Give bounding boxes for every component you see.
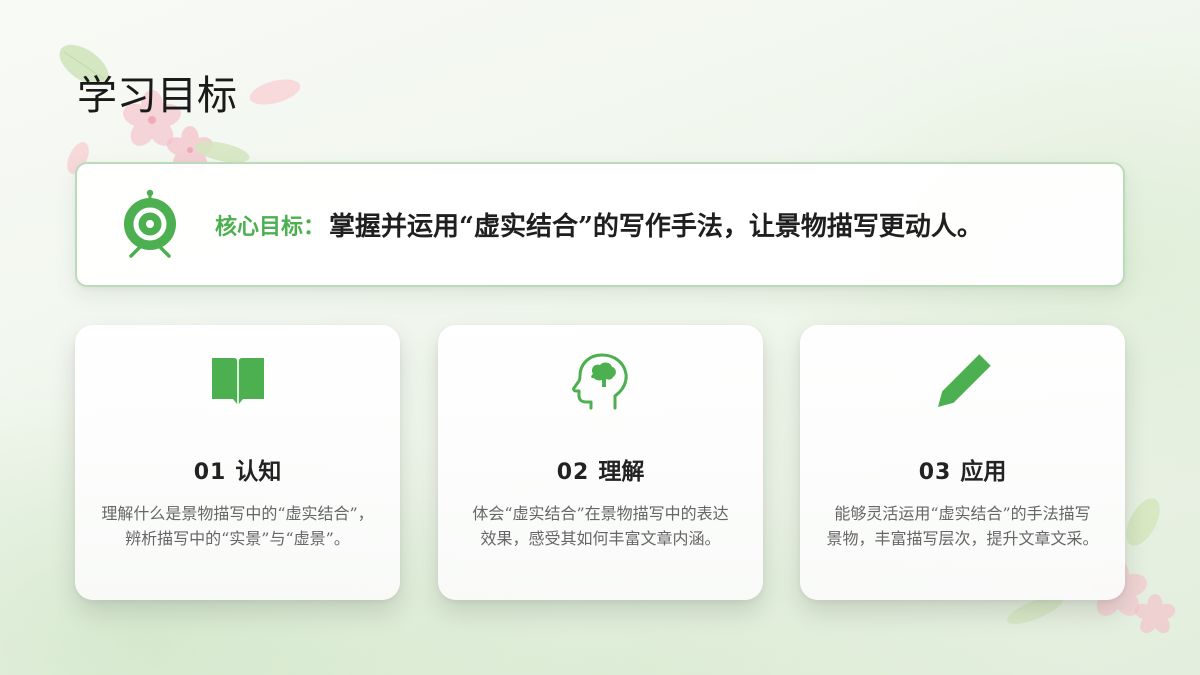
description-line: 辨析描写中的“实景”与“虚景”。 (125, 529, 350, 548)
goal-card-cognition: 01 认知 理解什么是景物描写中的“虚实结合”， 辨析描写中的“实景”与“虚景”。 (75, 325, 400, 600)
description-line: 体会“虚实结合”在景物描写中的表达 (472, 504, 729, 523)
core-goal-text: 掌握并运用“虚实结合”的写作手法，让景物描写更动人。 (329, 212, 983, 242)
card-description: 体会“虚实结合”在景物描写中的表达 效果，感受其如何丰富文章内涵。 (446, 501, 755, 551)
book-icon (211, 358, 264, 404)
card-title: 理解 (598, 458, 645, 485)
core-goal-box: 核心目标： 掌握并运用“虚实结合”的写作手法，让景物描写更动人。 (75, 162, 1125, 287)
card-heading: 03 应用 (800, 457, 1125, 489)
pencil-icon (937, 354, 991, 407)
card-number: 03 (918, 460, 952, 485)
goal-card-understanding: 02 理解 体会“虚实结合”在景物描写中的表达 效果，感受其如何丰富文章内涵。 (438, 325, 763, 600)
head-brain-icon (571, 353, 628, 410)
card-number: 02 (556, 460, 590, 485)
core-goal-label: 核心目标： (215, 213, 326, 240)
card-description: 能够灵活运用“虚实结合”的手法描写 景物，丰富描写层次，提升文章文采。 (808, 501, 1117, 551)
description-line: 景物，丰富描写层次，提升文章文采。 (826, 529, 1099, 548)
card-heading: 01 认知 (75, 457, 400, 489)
card-description: 理解什么是景物描写中的“虚实结合”， 辨析描写中的“实景”与“虚景”。 (83, 501, 392, 551)
card-number: 01 (193, 460, 227, 485)
description-line: 理解什么是景物描写中的“虚实结合”， (101, 504, 374, 523)
goal-card-application: 03 应用 能够灵活运用“虚实结合”的手法描写 景物，丰富描写层次，提升文章文采。 (800, 325, 1125, 600)
description-line: 效果，感受其如何丰富文章内涵。 (480, 529, 721, 548)
target-icon (124, 189, 176, 258)
card-title: 认知 (235, 458, 282, 485)
card-heading: 02 理解 (438, 457, 763, 489)
description-line: 能够灵活运用“虚实结合”的手法描写 (834, 504, 1091, 523)
slide-title: 学习目标 (77, 73, 237, 119)
card-title: 应用 (960, 458, 1007, 485)
core-goal-statement: 核心目标： 掌握并运用“虚实结合”的写作手法，让景物描写更动人。 (215, 164, 983, 285)
